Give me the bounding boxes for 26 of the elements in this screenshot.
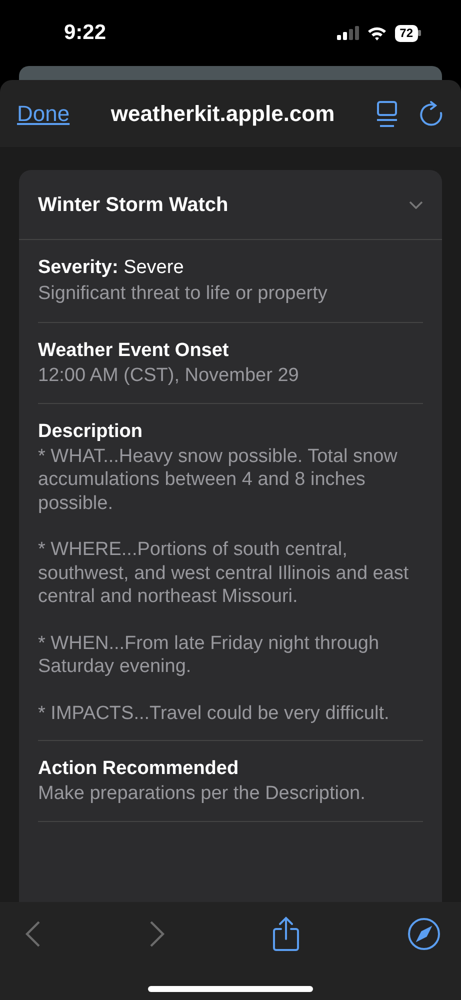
signal-icon [336, 26, 359, 40]
status-time: 9:22 [64, 20, 106, 46]
reload-icon[interactable] [420, 100, 444, 126]
done-button[interactable]: Done [17, 97, 70, 130]
battery-level: 72 [394, 24, 418, 42]
field-text: * WHAT...Heavy snow possible. Total snow accumulations between 4 and 8 inches possible. [38, 444, 398, 515]
wifi-icon [366, 26, 387, 40]
field-label: Description [38, 420, 144, 444]
reader-icon[interactable] [376, 100, 398, 126]
field-text: * WHERE...Portions of south central, southwest, and west central Illinois and east central and northeast Missouri. [38, 538, 410, 608]
field-label: Weather Event Onset [38, 339, 230, 363]
field-label: Action Recommended [38, 757, 240, 781]
battery-cap-icon [418, 30, 421, 36]
share-icon[interactable] [271, 916, 302, 952]
field-text: Significant threat to life or property [38, 282, 328, 306]
url-text: weatherkit.apple.com [110, 100, 335, 128]
field-text: 12:00 AM (CST), November 29 [38, 364, 300, 388]
alert-title: Winter Storm Watch [38, 192, 228, 218]
field-text: * WHEN...From late Friday night through Saturday evening. [38, 632, 380, 678]
field-text: * IMPACTS...Travel could be very difficult. [38, 702, 390, 725]
field-value: Severe [124, 257, 184, 278]
alert-header[interactable]: Winter Storm Watch [19, 170, 442, 240]
field-text: Make preparations per the Description. [38, 782, 366, 806]
field-label: Severity: [38, 257, 118, 278]
compass-icon[interactable] [406, 917, 441, 951]
chevron-icon [409, 200, 423, 208]
